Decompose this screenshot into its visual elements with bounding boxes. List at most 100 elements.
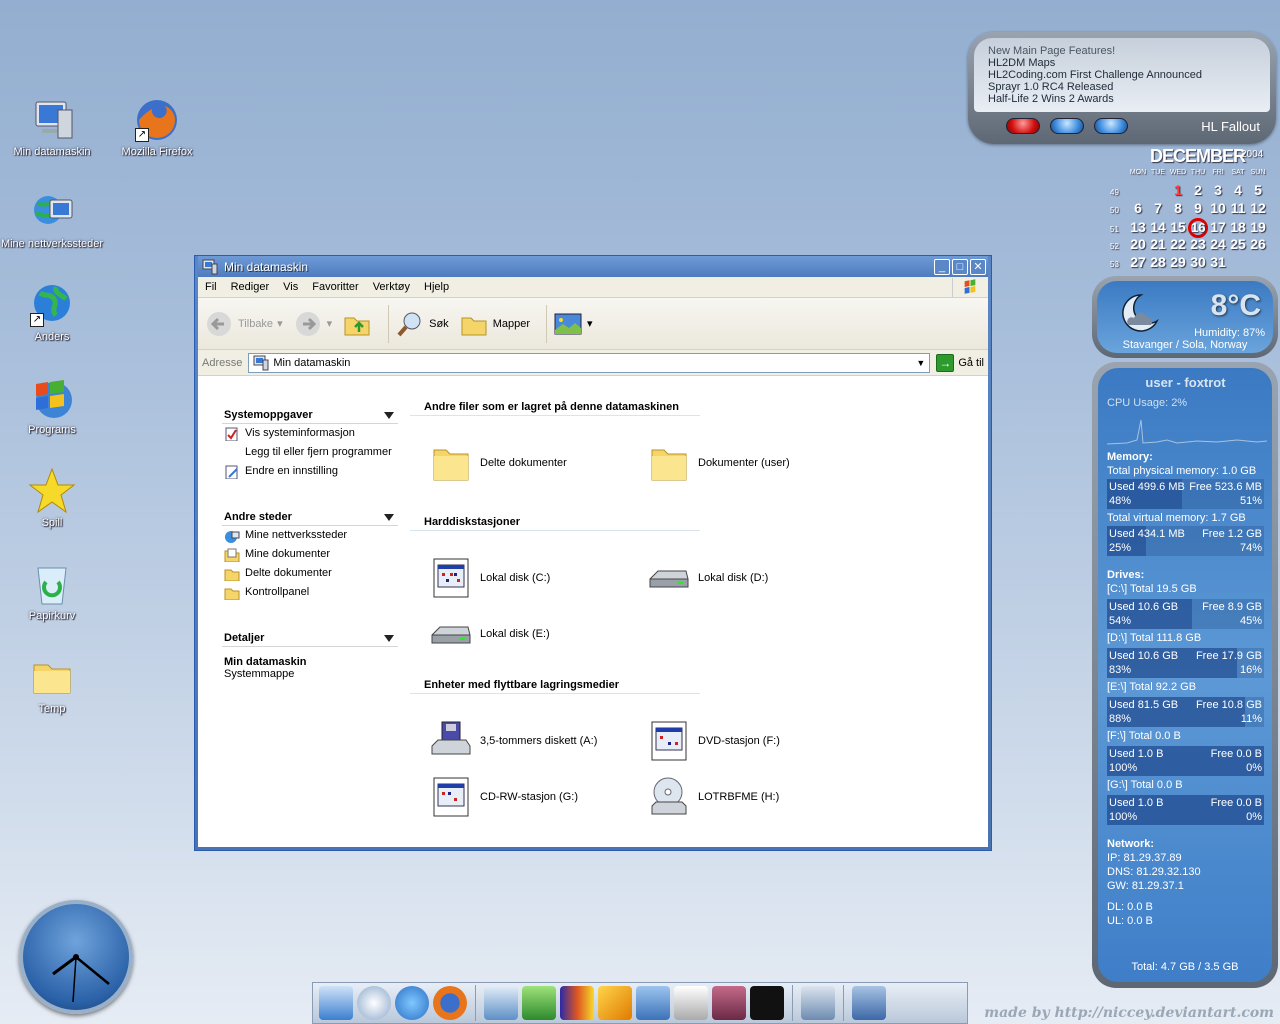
- folders-button[interactable]: Mapper: [459, 310, 530, 338]
- place-item[interactable]: Kontrollpanel: [222, 583, 398, 602]
- news-blue-button[interactable]: [1094, 118, 1128, 134]
- news-headline[interactable]: HL2Coding.com First Challenge Announced: [988, 69, 1256, 81]
- calendar-day[interactable]: 27: [1128, 254, 1148, 270]
- calendar-day[interactable]: 10: [1208, 200, 1228, 216]
- desktop-monitor-icon[interactable]: [319, 986, 353, 1020]
- calendar-day[interactable]: 12: [1248, 200, 1268, 216]
- chevron-down-icon[interactable]: ▾: [277, 317, 283, 330]
- chevron-down-icon[interactable]: ▾: [587, 317, 593, 330]
- floppy-a-item[interactable]: 3,5-tommers diskett (A:): [430, 720, 597, 762]
- calendar-day[interactable]: 25: [1228, 236, 1248, 252]
- place-item[interactable]: Mine dokumenter: [222, 545, 398, 564]
- local-disk-d-item[interactable]: Lokal disk (D:): [648, 557, 768, 599]
- calendar-day[interactable]: 11: [1228, 200, 1248, 216]
- views-button[interactable]: ▾: [553, 310, 593, 338]
- desktop-icon-programs[interactable]: Programs: [0, 374, 104, 436]
- details-header[interactable]: Detaljer: [222, 632, 398, 647]
- chevron-down-icon[interactable]: ▾: [327, 317, 333, 330]
- firefox-icon[interactable]: [433, 986, 467, 1020]
- network-icon[interactable]: [395, 986, 429, 1020]
- close-button[interactable]: ✕: [970, 258, 986, 275]
- calendar-day[interactable]: 7: [1148, 200, 1168, 216]
- back-button[interactable]: Tilbake ▾: [204, 310, 283, 338]
- cdrw-g-item[interactable]: CD-RW-stasjon (G:): [430, 776, 578, 818]
- menu-view[interactable]: Vis: [276, 281, 305, 293]
- messenger-icon[interactable]: [522, 986, 556, 1020]
- recycle-bin-icon[interactable]: [801, 986, 835, 1020]
- desktop-icon-recycle-bin[interactable]: Papirkurv: [0, 560, 104, 622]
- chevron-down-icon[interactable]: ▼: [912, 353, 930, 372]
- news-headline[interactable]: New Main Page Features!: [988, 45, 1256, 57]
- desktop-icon-spill[interactable]: Spill: [0, 467, 104, 529]
- tools-icon[interactable]: [484, 986, 518, 1020]
- lightning-icon[interactable]: [598, 986, 632, 1020]
- desktop-icon-network-places[interactable]: Mine nettverkssteder: [0, 188, 104, 250]
- up-folder-button[interactable]: [342, 310, 372, 338]
- calendar-day[interactable]: 18: [1228, 219, 1248, 235]
- go-button[interactable]: → Gå til: [936, 353, 984, 372]
- calendar-day[interactable]: 15: [1168, 219, 1188, 235]
- news-red-button[interactable]: [1006, 118, 1040, 134]
- collapse-arrow-icon[interactable]: [384, 411, 394, 419]
- steam-icon[interactable]: [750, 986, 784, 1020]
- window-icon[interactable]: [852, 986, 886, 1020]
- calendar-day[interactable]: 8: [1168, 200, 1188, 216]
- window-titlebar[interactable]: Min datamaskin _ □ ✕: [198, 256, 988, 277]
- address-input[interactable]: Min datamaskin ▼: [248, 352, 931, 373]
- search-button[interactable]: Søk: [395, 310, 449, 338]
- place-item[interactable]: Mine nettverkssteder: [222, 526, 398, 545]
- collapse-arrow-icon[interactable]: [384, 513, 394, 521]
- desktop-icon-temp[interactable]: Temp: [0, 653, 104, 715]
- calendar-day[interactable]: 2: [1188, 182, 1208, 198]
- calendar-day[interactable]: 9: [1188, 200, 1208, 216]
- maximize-button[interactable]: □: [952, 258, 968, 275]
- desktop-icon-my-computer[interactable]: Min datamaskin: [0, 96, 104, 158]
- forward-button[interactable]: ▾: [293, 310, 333, 338]
- calendar-day[interactable]: 21: [1148, 236, 1168, 252]
- system-tasks-header[interactable]: Systemoppgaver: [222, 409, 398, 424]
- calendar-day[interactable]: 6: [1128, 200, 1148, 216]
- calendar-day[interactable]: 22: [1168, 236, 1188, 252]
- dvd-f-item[interactable]: DVD-stasjon (F:): [648, 720, 780, 762]
- local-disk-e-item[interactable]: Lokal disk (E:): [430, 613, 550, 655]
- calendar-day[interactable]: 14: [1148, 219, 1168, 235]
- other-places-header[interactable]: Andre steder: [222, 511, 398, 526]
- collapse-arrow-icon[interactable]: [384, 634, 394, 642]
- cd-h-item[interactable]: LOTRBFME (H:): [648, 776, 779, 818]
- media-player-icon[interactable]: [560, 986, 594, 1020]
- calendar-day[interactable]: 1: [1168, 182, 1188, 198]
- minimize-button[interactable]: _: [934, 258, 950, 275]
- menu-help[interactable]: Hjelp: [417, 281, 456, 293]
- calendar-day[interactable]: 23: [1188, 236, 1208, 252]
- news-headline[interactable]: Half-Life 2 Wins 2 Awards: [988, 93, 1256, 105]
- tux-icon[interactable]: [674, 986, 708, 1020]
- folder-icon[interactable]: [636, 986, 670, 1020]
- calendar-day[interactable]: 19: [1248, 219, 1268, 235]
- shared-documents-item[interactable]: Delte dokumenter: [430, 442, 567, 484]
- menu-edit[interactable]: Rediger: [224, 281, 277, 293]
- calendar-day[interactable]: 4: [1228, 182, 1248, 198]
- clock-icon[interactable]: [357, 986, 391, 1020]
- calendar-day[interactable]: 31: [1208, 254, 1228, 270]
- media-icon[interactable]: [712, 986, 746, 1020]
- menu-tools[interactable]: Verktøy: [366, 281, 417, 293]
- news-headline[interactable]: HL2DM Maps: [988, 57, 1256, 69]
- calendar-day[interactable]: 5: [1248, 182, 1268, 198]
- desktop-icon-firefox[interactable]: ↗ Mozilla Firefox: [105, 96, 209, 158]
- desktop-icon-anders[interactable]: ↗ Anders: [0, 281, 104, 343]
- calendar-day[interactable]: 16: [1188, 218, 1208, 238]
- calendar-day[interactable]: 30: [1188, 254, 1208, 270]
- menu-file[interactable]: Fil: [198, 281, 224, 293]
- task-item[interactable]: Vis systeminformasjon: [222, 424, 398, 443]
- calendar-day[interactable]: 26: [1248, 236, 1268, 252]
- calendar-day[interactable]: 28: [1148, 254, 1168, 270]
- calendar-day[interactable]: 13: [1128, 219, 1148, 235]
- calendar-day[interactable]: 17: [1208, 219, 1228, 235]
- local-disk-c-item[interactable]: Lokal disk (C:): [430, 557, 550, 599]
- user-documents-item[interactable]: Dokumenter (user): [648, 442, 790, 484]
- task-item[interactable]: Legg til eller fjern programmer: [222, 443, 398, 462]
- calendar-day[interactable]: 24: [1208, 236, 1228, 252]
- news-blue-button[interactable]: [1050, 118, 1084, 134]
- news-headline[interactable]: Sprayr 1.0 RC4 Released: [988, 81, 1256, 93]
- task-item[interactable]: Endre en innstilling: [222, 462, 398, 481]
